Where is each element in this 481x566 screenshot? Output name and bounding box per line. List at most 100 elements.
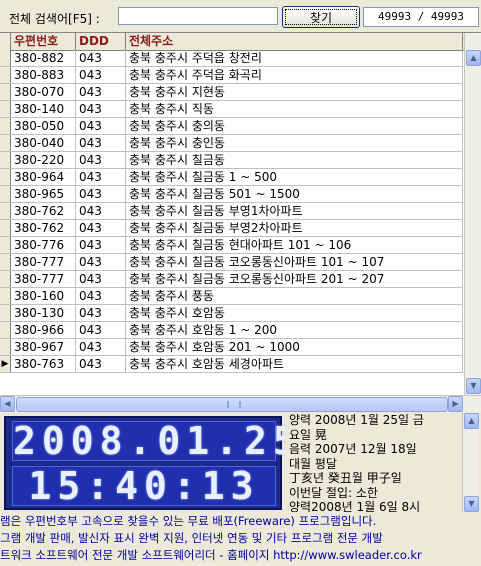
table-row[interactable]: 380-777 043 충북 충주시 칠금동 코오롱동신아파트 201 ~ 207 [0, 271, 463, 288]
row-selector[interactable] [0, 152, 11, 168]
ddd-cell: 043 [76, 305, 126, 321]
table-row[interactable]: 380-965 043 충북 충주시 칠금동 501 ~ 1500 [0, 186, 463, 203]
ddd-cell: 043 [76, 322, 126, 338]
column-header-ddd[interactable]: DDD [76, 33, 126, 50]
horizontal-scrollbar[interactable]: ◀ ▶ [0, 395, 481, 412]
table-row[interactable]: 380-883 043 충북 충주시 주덕읍 화곡리 [0, 67, 463, 84]
row-selector[interactable] [0, 237, 11, 253]
address-cell: 충북 충주시 칠금동 501 ~ 1500 [126, 186, 463, 202]
row-selector[interactable] [0, 118, 11, 134]
zip-cell: 380-762 [11, 203, 76, 219]
ddd-cell: 043 [76, 271, 126, 287]
calendar-line: 요일 晃 [289, 427, 327, 442]
table-row[interactable]: 380-762 043 충북 충주시 칠금동 부영1차아파트 [0, 203, 463, 220]
row-selector[interactable] [0, 203, 11, 219]
scroll-up-icon[interactable]: ▲ [466, 50, 481, 66]
row-selector[interactable] [0, 271, 11, 287]
table-row[interactable]: 380-220 043 충북 충주시 칠금동 [0, 152, 463, 169]
header-corner [0, 33, 11, 50]
calendar-line: 이번달 절입: 소한 [289, 485, 378, 500]
column-header-address[interactable]: 전체주소 [126, 33, 463, 50]
address-cell: 충북 충주시 칠금동 현대아파트 101 ~ 106 [126, 237, 463, 253]
search-input[interactable] [118, 7, 278, 25]
table-row[interactable]: 380-964 043 충북 충주시 칠금동 1 ~ 500 [0, 169, 463, 186]
row-pointer-icon: ▶ [1, 359, 9, 369]
table-row[interactable]: 380-160 043 충북 충주시 풍동 [0, 288, 463, 305]
table-row[interactable]: 380-070 043 충북 충주시 지현동 [0, 84, 463, 101]
row-selector[interactable] [0, 101, 11, 117]
column-header-zip[interactable]: 우편번호 [11, 33, 76, 50]
footer-info: 램은 우편번호부 고속으로 찾을수 있는 무료 배포(Freeware) 프로그… [0, 513, 481, 566]
find-button[interactable]: 찾기 [282, 6, 360, 28]
zip-cell: 380-160 [11, 288, 76, 304]
address-cell: 충북 충주시 칠금동 부영1차아파트 [126, 203, 463, 219]
scroll-right-icon[interactable]: ▶ [448, 396, 463, 412]
row-selector[interactable] [0, 220, 11, 236]
row-selector[interactable] [0, 50, 11, 66]
table-row[interactable]: 380-776 043 충북 충주시 칠금동 현대아파트 101 ~ 106 [0, 237, 463, 254]
ddd-cell: 043 [76, 356, 126, 372]
row-selector[interactable] [0, 186, 11, 202]
horizontal-scroll-thumb[interactable] [16, 397, 448, 412]
table-row[interactable]: 380-050 043 충북 충주시 충의동 [0, 118, 463, 135]
address-cell: 충북 충주시 호암동 201 ~ 1000 [126, 339, 463, 355]
time-display: 15:40:13 [12, 466, 276, 506]
zip-cell: 380-140 [11, 101, 76, 117]
vertical-scrollbar[interactable]: ▲ ▼ [464, 33, 481, 395]
row-selector[interactable] [0, 288, 11, 304]
clock-panel: 2008.01.25 15:40:13 [4, 416, 302, 510]
row-selector[interactable] [0, 84, 11, 100]
address-cell: 충북 충주시 호암동 세경아파트 [126, 356, 463, 372]
grid-body: 380-882 043 충북 충주시 주덕읍 창전리 380-883 043 충북 충주시… [0, 50, 463, 373]
address-cell: 충북 충주시 칠금동 [126, 152, 463, 168]
table-row[interactable]: 380-762 043 충북 충주시 칠금동 부영2차아파트 [0, 220, 463, 237]
row-selector[interactable] [0, 339, 11, 355]
zip-cell: 380-070 [11, 84, 76, 100]
row-selector[interactable]: ▶ [0, 356, 11, 372]
ddd-cell: 043 [76, 220, 126, 236]
row-selector[interactable] [0, 322, 11, 338]
scroll-down-icon[interactable]: ▼ [466, 378, 481, 394]
calendar-line: 양력2008년 1월 6일 8시 [289, 500, 421, 512]
search-label: 전체 검색어[F5] : [9, 12, 100, 26]
footer-line: 램은 우편번호부 고속으로 찾을수 있는 무료 배포(Freeware) 프로그… [0, 514, 377, 528]
table-row[interactable]: 380-130 043 충북 충주시 호암동 [0, 305, 463, 322]
address-grid[interactable]: 우편번호 DDD 전체주소 380-882 043 충북 충주시 주덕읍 창전리 38… [0, 32, 481, 395]
ddd-cell: 043 [76, 101, 126, 117]
row-selector[interactable] [0, 305, 11, 321]
ddd-cell: 043 [76, 288, 126, 304]
address-cell: 충북 충주시 칠금동 코오롱동신아파트 201 ~ 207 [126, 271, 463, 287]
address-cell: 충북 충주시 충인동 [126, 135, 463, 151]
ddd-cell: 043 [76, 203, 126, 219]
row-selector[interactable] [0, 67, 11, 83]
table-row[interactable]: 380-966 043 충북 충주시 호암동 1 ~ 200 [0, 322, 463, 339]
address-cell: 충북 충주시 지현동 [126, 84, 463, 100]
address-cell: 충북 충주시 충의동 [126, 118, 463, 134]
row-selector[interactable] [0, 135, 11, 151]
zip-cell: 380-130 [11, 305, 76, 321]
date-display: 2008.01.25 [12, 419, 302, 463]
ddd-cell: 043 [76, 186, 126, 202]
search-bar: 전체 검색어[F5] : 찾기 49993 / 49993 [0, 0, 481, 32]
address-cell: 충북 충주시 풍동 [126, 288, 463, 304]
table-row[interactable]: ▶ 380-763 043 충북 충주시 호암동 세경아파트 [0, 356, 463, 373]
table-row[interactable]: 380-040 043 충북 충주시 충인동 [0, 135, 463, 152]
ddd-cell: 043 [76, 67, 126, 83]
table-row[interactable]: 380-882 043 충북 충주시 주덕읍 창전리 [0, 50, 463, 67]
footer-line: 트워크 소프트웨어 전문 개발 소프트웨어리더 - 홈페이지 http://ww… [0, 548, 422, 562]
table-row[interactable]: 380-777 043 충북 충주시 칠금동 코오롱동신아파트 101 ~ 107 [0, 254, 463, 271]
address-cell: 충북 충주시 주덕읍 창전리 [126, 50, 463, 66]
table-row[interactable]: 380-967 043 충북 충주시 호암동 201 ~ 1000 [0, 339, 463, 356]
zip-cell: 380-763 [11, 356, 76, 372]
address-cell: 충북 충주시 직동 [126, 101, 463, 117]
row-selector[interactable] [0, 254, 11, 270]
zip-cell: 380-050 [11, 118, 76, 134]
row-selector[interactable] [0, 169, 11, 185]
calendar-scrollbar[interactable]: ▲ ▼ [462, 413, 479, 512]
scroll-left-icon[interactable]: ◀ [0, 396, 15, 412]
address-cell: 충북 충주시 호암동 [126, 305, 463, 321]
scroll-down-icon[interactable]: ▼ [464, 496, 479, 512]
calendar-line: 대월 평달 [289, 456, 337, 471]
scroll-up-icon[interactable]: ▲ [464, 413, 479, 429]
table-row[interactable]: 380-140 043 충북 충주시 직동 [0, 101, 463, 118]
